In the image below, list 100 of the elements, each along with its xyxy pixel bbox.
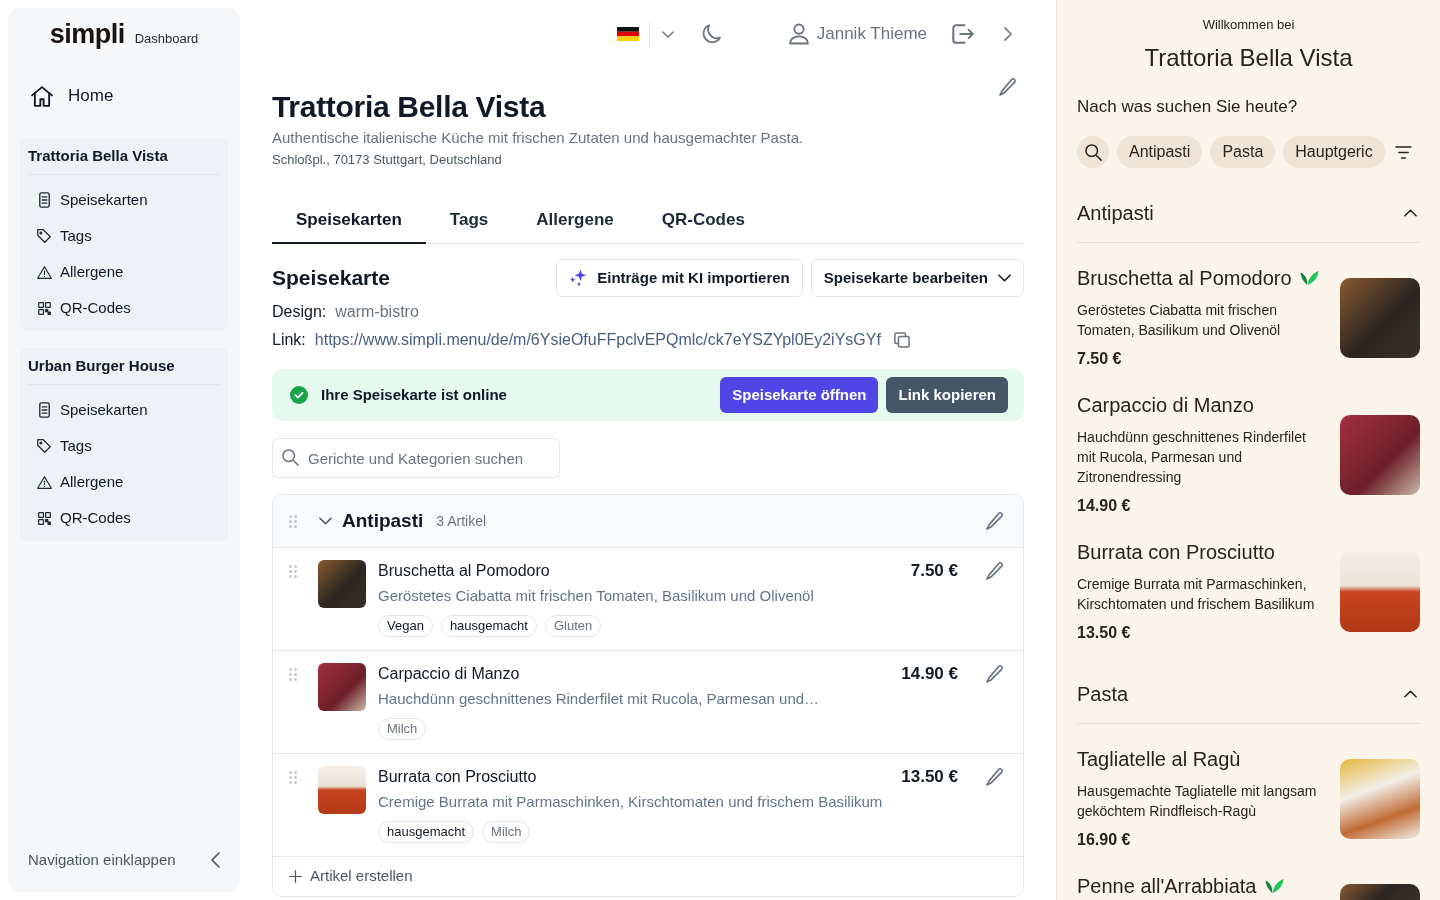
filter-icon[interactable] bbox=[1395, 145, 1412, 159]
tag-icon bbox=[37, 229, 51, 243]
chevron-up-icon[interactable] bbox=[1404, 209, 1417, 217]
dish-price: 7.50 € bbox=[1077, 349, 1123, 369]
drag-handle-icon[interactable] bbox=[289, 668, 297, 681]
dish-price: 16.90 € bbox=[1077, 830, 1132, 850]
sidebar-item[interactable]: Allergene bbox=[28, 464, 124, 500]
dish-description: Cremige Burrata mit Parmaschinken, Kirschtomaten und frischem Basilikum bbox=[1077, 575, 1316, 614]
logout-icon[interactable] bbox=[952, 24, 974, 44]
sidebar-item[interactable]: QR-Codes bbox=[28, 290, 131, 326]
tag-chip: Vegan bbox=[378, 615, 433, 637]
field-label: Design: bbox=[272, 302, 327, 322]
preview-title: Trattoria Bella Vista bbox=[1143, 43, 1354, 73]
item-price: 13.50 € bbox=[901, 766, 958, 788]
category-chip[interactable]: Antipasti bbox=[1117, 136, 1203, 168]
category-chip[interactable]: Hauptgeric bbox=[1283, 136, 1385, 168]
item-name: Bruschetta al Pomodoro bbox=[378, 561, 551, 581]
drag-handle-icon[interactable] bbox=[289, 565, 297, 578]
photo-placeholder bbox=[318, 766, 366, 814]
pencil-icon[interactable] bbox=[986, 562, 1003, 580]
section-title: Antipasti bbox=[1077, 201, 1154, 226]
item-price: 7.50 € bbox=[910, 560, 958, 582]
copy-icon[interactable] bbox=[893, 332, 910, 348]
restaurant-description: Authentische italienische Küche mit frischen Zutaten und hausgemachter Pasta. bbox=[272, 128, 805, 148]
document-icon bbox=[38, 192, 50, 208]
section-heading: Speisekarte bbox=[272, 265, 390, 291]
tag-chip: hausgemacht bbox=[440, 615, 537, 637]
sidebar-item[interactable]: QR-Codes bbox=[28, 500, 131, 536]
item-price: 14.90 € bbox=[901, 663, 958, 685]
flag-icon[interactable] bbox=[616, 27, 639, 41]
section-title: Pasta bbox=[1077, 682, 1129, 707]
pencil-icon[interactable] bbox=[986, 768, 1003, 786]
tab[interactable]: Tags bbox=[425, 196, 513, 244]
category-name: Antipasti bbox=[342, 508, 424, 533]
restaurant-title: Trattoria Bella Vista bbox=[272, 89, 546, 125]
chevron-right-icon[interactable] bbox=[1004, 27, 1012, 41]
dropdown-button[interactable]: Speisekarte bearbeiten bbox=[810, 259, 1024, 297]
pencil-icon[interactable] bbox=[986, 512, 1003, 530]
sidebar-item[interactable]: Speisekarten bbox=[28, 182, 148, 218]
field-value: warm-bistro bbox=[335, 302, 419, 322]
add-item-button[interactable]: Artikel erstellen bbox=[273, 856, 1023, 896]
tab[interactable]: QR-Codes bbox=[637, 196, 769, 244]
dish-name: Carpaccio di Manzo bbox=[1077, 393, 1254, 418]
chevron-up-icon[interactable] bbox=[1404, 690, 1417, 698]
chevron-down-icon bbox=[998, 274, 1011, 282]
dish-name: Tagliatelle al Ragù bbox=[1077, 747, 1241, 772]
drag-handle-icon[interactable] bbox=[289, 514, 297, 528]
sparkle-icon bbox=[569, 269, 588, 287]
search-prompt: Nach was suchen Sie heute? bbox=[1077, 96, 1299, 118]
secondary-button[interactable]: Link kopieren bbox=[886, 377, 1008, 413]
search-button[interactable] bbox=[1077, 136, 1109, 168]
dish-description: Hauchdünn geschnittenes Rinderfilet mit Rucola, Parmesan und Zitronendressing bbox=[1077, 428, 1307, 487]
photo-placeholder bbox=[318, 560, 366, 608]
dish-name: Penne all'Arrabbiata bbox=[1077, 874, 1257, 899]
menu-link[interactable]: https://www.simpli.menu/de/m/6YsieOfuFFpclvEPQmlc/ck7eYSZYpl0Ey2iYsGYf bbox=[314, 328, 881, 352]
sidebar-item[interactable]: Allergene bbox=[28, 254, 124, 290]
tab[interactable]: Allergene bbox=[512, 196, 638, 244]
tab[interactable]: Speisekarten bbox=[272, 196, 426, 244]
ai-import-button[interactable]: Einträge mit KI importieren bbox=[556, 259, 803, 297]
item-name: Carpaccio di Manzo bbox=[378, 664, 521, 684]
chevron-left-icon bbox=[211, 852, 220, 868]
item-name: Burrata con Prosciutto bbox=[378, 767, 538, 787]
sidebar-item[interactable]: Speisekarten bbox=[28, 392, 148, 428]
item-description: Cremige Burrata mit Parmaschinken, Kirschtomaten und frischem Basilikum bbox=[378, 792, 884, 812]
category-chip[interactable]: Pasta bbox=[1210, 136, 1276, 168]
welcome-text: Willkommen bei bbox=[1201, 16, 1296, 34]
tag-icon bbox=[37, 439, 51, 453]
warning-icon bbox=[36, 265, 52, 279]
item-count: 3 Artikel bbox=[436, 511, 487, 531]
drag-handle-icon[interactable] bbox=[289, 771, 297, 784]
allergen-chip: Milch bbox=[378, 718, 427, 740]
logo-caption: Dashboard bbox=[134, 30, 199, 48]
warning-icon bbox=[36, 475, 52, 489]
search-field[interactable]: Gerichte und Kategorien suchen bbox=[272, 438, 560, 478]
sidebar-item[interactable]: Tags bbox=[28, 428, 92, 464]
qr-code-icon bbox=[37, 301, 51, 315]
chevron-down-icon[interactable] bbox=[319, 517, 332, 525]
chevron-down-icon[interactable] bbox=[661, 30, 674, 38]
moon-icon[interactable] bbox=[701, 24, 721, 44]
restaurant-name: Trattoria Bella Vista bbox=[28, 146, 220, 175]
pencil-icon[interactable] bbox=[986, 665, 1003, 683]
dish-name: Bruschetta al Pomodoro bbox=[1077, 266, 1292, 291]
home-link[interactable]: Home bbox=[20, 82, 114, 110]
status-text: Ihre Speisekarte ist online bbox=[321, 384, 507, 405]
item-description: Geröstetes Ciabatta mit frischen Tomaten, Basilikum und Olivenöl bbox=[378, 586, 815, 606]
dish-name: Burrata con Prosciutto bbox=[1077, 540, 1275, 565]
item-description: Hauchdünn geschnittenes Rinderfilet mit Rucola, Parmesan und… bbox=[378, 689, 821, 709]
restaurant-name: Urban Burger House bbox=[28, 356, 220, 385]
allergen-chip: Milch bbox=[482, 821, 531, 843]
document-icon bbox=[38, 402, 50, 418]
search-icon bbox=[1084, 143, 1102, 161]
primary-button[interactable]: Speisekarte öffnen bbox=[720, 377, 879, 413]
dish-price: 13.50 € bbox=[1077, 623, 1132, 643]
pencil-icon[interactable] bbox=[999, 78, 1016, 96]
sidebar-item[interactable]: Tags bbox=[28, 218, 92, 254]
field-label: Link: bbox=[272, 330, 306, 350]
plus-icon bbox=[289, 870, 302, 883]
collapse-navigation-button[interactable]: Navigation einklappen bbox=[20, 844, 228, 876]
user-menu-button[interactable]: Jannik Thieme bbox=[788, 21, 927, 47]
dish-description: Hausgemachte Tagliatelle mit langsam geköchtem Rindfleisch-Ragù bbox=[1077, 782, 1318, 821]
